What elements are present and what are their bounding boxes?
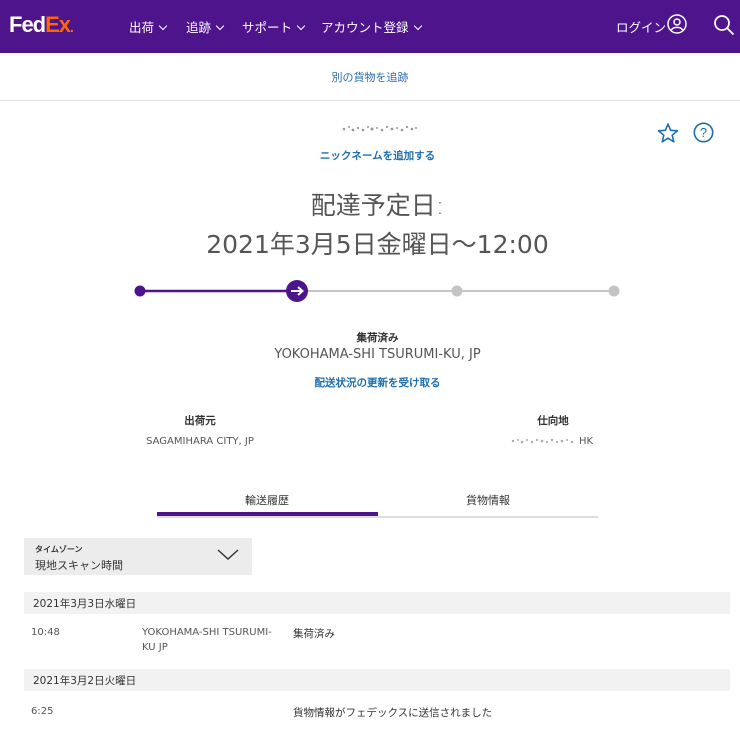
event-time: 10:48 <box>31 627 60 638</box>
user-icon[interactable] <box>667 14 687 34</box>
from-label: 出荷元 <box>184 415 216 427</box>
nav-track[interactable]: 追跡 <box>186 17 225 36</box>
timezone-label: タイムゾーン <box>35 545 83 554</box>
progress-step-4 <box>608 285 620 297</box>
event-description: 集荷済み <box>293 628 335 640</box>
login-link[interactable]: ログイン <box>616 17 666 36</box>
redacted-destination <box>511 438 574 444</box>
help-icon[interactable]: ? <box>693 122 714 143</box>
get-updates-link[interactable]: 配送状況の更新を受け取る <box>0 375 740 390</box>
to-value: HK <box>579 436 594 447</box>
from-value: SAGAMIHARA CITY, JP <box>146 436 254 447</box>
search-icon[interactable] <box>713 14 735 36</box>
detail-tabs: 輸送履歴 貨物情報 <box>157 488 598 518</box>
progress-step-1 <box>134 285 146 297</box>
svg-text:?: ? <box>700 125 707 140</box>
chevron-down-icon <box>217 549 239 560</box>
chevron-down-icon <box>158 21 168 31</box>
status-location: YOKOHAMA-SHI TSURUMI-KU, JP <box>274 347 481 362</box>
nav-account-label: アカウント登録 <box>321 20 409 35</box>
nav-support-label: サポート <box>242 20 293 35</box>
timezone-dropdown[interactable]: タイムゾーン 現地スキャン時間 <box>24 538 252 575</box>
history-date: 2021年3月3日水曜日 <box>33 598 137 610</box>
to-label: 仕向地 <box>537 415 569 427</box>
tab-travel-history[interactable]: 輸送履歴 <box>157 492 377 508</box>
nav-support[interactable]: サポート <box>242 17 306 36</box>
chevron-down-icon <box>215 21 225 31</box>
status-label: 集荷済み <box>356 332 399 344</box>
progress-step-3 <box>451 285 463 297</box>
redacted-tracking-number <box>342 125 417 132</box>
star-icon[interactable] <box>657 122 679 144</box>
subheader-bar: 別の貨物を追跡 <box>0 53 740 101</box>
nav-account[interactable]: アカウント登録 <box>321 17 422 36</box>
nav-ship-label: 出荷 <box>129 20 155 35</box>
top-nav-bar: FedEx. 出荷 追跡 サポート アカウント登録 ログイン <box>0 0 740 53</box>
add-nickname-link[interactable]: ニックネームを追加する <box>0 148 740 163</box>
to-value-container: HK <box>510 436 593 447</box>
logo-ex-text: Ex <box>45 12 71 37</box>
timezone-value: 現地スキャン時間 <box>35 559 123 572</box>
nav-ship[interactable]: 出荷 <box>129 17 168 36</box>
nav-track-label: 追跡 <box>186 20 212 35</box>
tab-shipment-facts[interactable]: 貨物情報 <box>378 492 598 508</box>
event-description: 貨物情報がフェデックスに送信されました <box>293 707 493 719</box>
event-time: 6:25 <box>31 706 54 717</box>
progress-tracker <box>134 280 620 302</box>
history-date-row: 2021年3月2日火曜日 <box>24 669 730 691</box>
logo-fed-text: Fed <box>9 12 46 37</box>
fedex-logo[interactable]: FedEx. <box>9 12 74 38</box>
chevron-down-icon <box>296 21 306 31</box>
event-location: YOKOHAMA-SHI TSURUMI-KU JP <box>142 627 272 653</box>
track-another-link[interactable]: 別の貨物を追跡 <box>0 69 740 85</box>
estimated-delivery-date: 2021年3月5日金曜日〜12:00 <box>206 230 549 259</box>
history-date: 2021年3月2日火曜日 <box>33 675 137 687</box>
estimated-delivery-title: 配達予定日: <box>310 191 445 220</box>
active-tab-indicator <box>157 512 378 516</box>
history-date-row: 2021年3月3日水曜日 <box>24 592 730 614</box>
chevron-down-icon <box>413 21 422 31</box>
